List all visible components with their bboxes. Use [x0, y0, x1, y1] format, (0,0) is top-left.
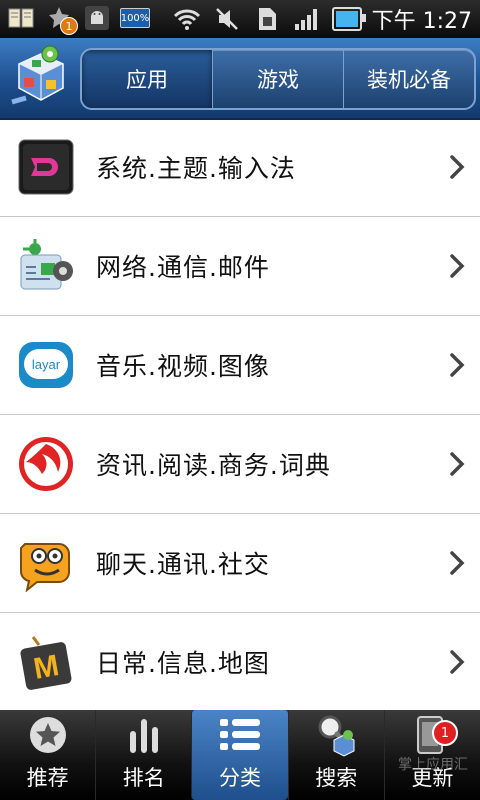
app-update-icon: 1 [44, 3, 78, 35]
category-label: 系统.主题.输入法 [96, 154, 296, 183]
theme-d-icon [16, 137, 76, 197]
tab-label: 分类 [219, 766, 261, 790]
battery-icon [331, 4, 366, 34]
list-item[interactable]: M 日常.信息.地图 [0, 613, 480, 712]
tab-games[interactable]: 游戏 [212, 50, 343, 108]
tab-essentials[interactable]: 装机必备 [343, 50, 474, 108]
mute-icon [212, 4, 242, 34]
app-logo-icon[interactable] [10, 44, 72, 110]
notification-badge: 1 [60, 17, 78, 35]
m-icon: M [16, 632, 76, 692]
battery-100-icon: 100% [119, 3, 151, 33]
chevron-right-icon [450, 452, 465, 476]
search-icon [313, 712, 359, 758]
status-bar: 1 100% 下午 1:27 [0, 0, 480, 38]
chevron-right-icon [450, 551, 465, 575]
category-label: 音乐.视频.图像 [96, 352, 270, 381]
category-list: 系统.主题.输入法 网络.通信.邮件 layar 音乐.视频.图像 资讯.阅读.… [0, 118, 480, 712]
category-segment-control: 应用 游戏 装机必备 [80, 48, 476, 110]
list-icon [217, 712, 263, 758]
category-label: 聊天.通讯.社交 [96, 550, 270, 579]
watermark-text: 掌上应用汇 [398, 757, 469, 773]
category-label: 资讯.阅读.商务.词典 [96, 451, 331, 480]
book-icon [6, 3, 36, 33]
category-label: 网络.通信.邮件 [96, 253, 270, 282]
network-icon [16, 236, 76, 296]
chat-icon [16, 533, 76, 593]
svg-text:layar: layar [32, 357, 61, 372]
chevron-right-icon [450, 254, 465, 278]
signal-icon [292, 4, 322, 34]
bars-icon [121, 712, 167, 758]
app-header: 应用 游戏 装机必备 [0, 38, 480, 120]
tab-update[interactable]: 1 更新 掌上应用汇 [383, 710, 480, 800]
wifi-icon [172, 4, 202, 34]
tab-label: 推荐 [26, 766, 69, 790]
bottom-tab-bar: 推荐 排名 分类 搜索 1 更新 掌上应用汇 [0, 710, 480, 800]
tab-label: 搜索 [315, 766, 358, 790]
tab-apps[interactable]: 应用 [82, 50, 212, 108]
sim-icon [252, 4, 282, 34]
ifeng-icon [16, 434, 76, 494]
tab-recommend[interactable]: 推荐 [0, 710, 95, 800]
android-debug-icon [82, 3, 112, 33]
list-item[interactable]: 资讯.阅读.商务.词典 [0, 415, 480, 514]
update-count-badge: 1 [432, 720, 459, 746]
tab-search[interactable]: 搜索 [287, 710, 384, 800]
chevron-right-icon [450, 650, 465, 674]
tab-ranking[interactable]: 排名 [95, 710, 191, 800]
clock: 下午 1:27 [371, 9, 472, 34]
list-item[interactable]: 系统.主题.输入法 [0, 118, 480, 217]
chevron-right-icon [450, 353, 465, 377]
chevron-right-icon [450, 155, 465, 179]
layar-icon: layar [16, 335, 76, 395]
list-item[interactable]: layar 音乐.视频.图像 [0, 316, 480, 415]
tab-categories[interactable]: 分类 [191, 710, 288, 800]
list-item[interactable]: 网络.通信.邮件 [0, 217, 480, 316]
category-label: 日常.信息.地图 [96, 649, 270, 678]
tab-label: 排名 [122, 766, 165, 790]
star-icon [25, 712, 71, 758]
list-item[interactable]: 聊天.通讯.社交 [0, 514, 480, 613]
